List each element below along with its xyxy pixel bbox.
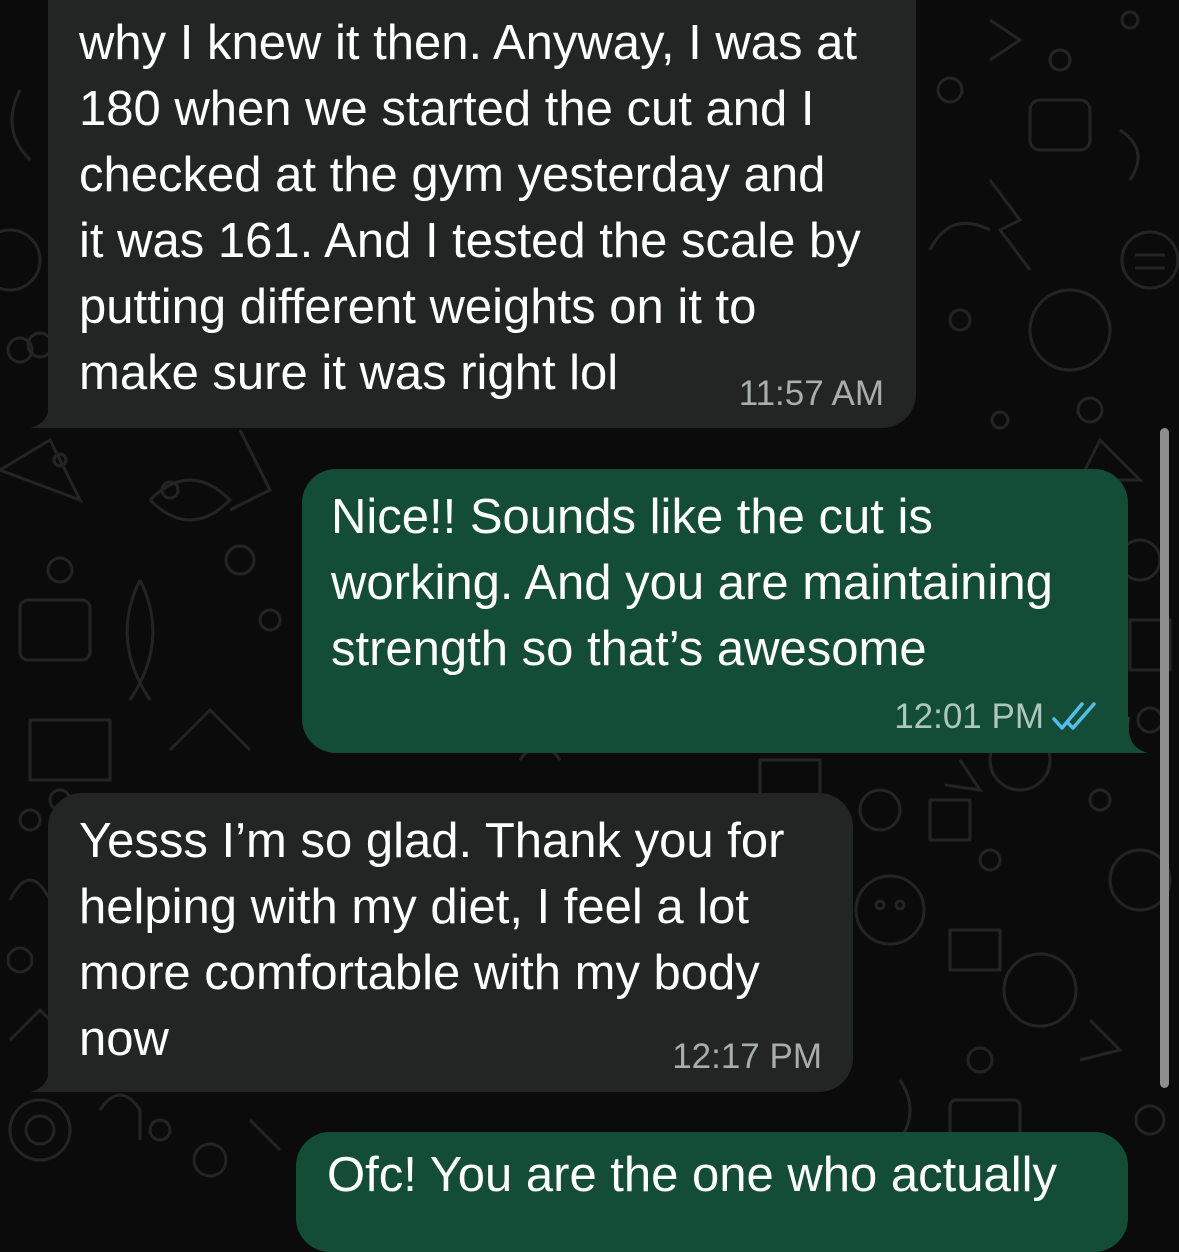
message-timestamp: 11:57 AM xyxy=(738,374,884,413)
message-bubble-incoming[interactable]: Yesss I’m so glad. Thank you for helping… xyxy=(48,793,853,1092)
message-bubble-outgoing[interactable]: Nice!! Sounds like the cut is working. A… xyxy=(302,469,1128,753)
bubble-tail-incoming xyxy=(30,1056,70,1092)
message-bubble-incoming[interactable]: why I knew it then. Anyway, I was at 180… xyxy=(48,0,916,428)
message-timestamp: 12:01 PM xyxy=(894,697,1044,736)
message-text: Nice!! Sounds like the cut is working. A… xyxy=(331,490,1053,676)
bubble-tail-outgoing xyxy=(1108,717,1148,753)
double-check-read-icon xyxy=(1052,702,1096,730)
message-text: Ofc! You are the one who actually xyxy=(327,1148,1058,1202)
message-text: Yesss I’m so glad. Thank you for helping… xyxy=(79,814,785,1066)
message-timestamp: 12:17 PM xyxy=(672,1037,822,1076)
chat-scrollbar[interactable] xyxy=(1160,428,1169,1088)
message-bubble-outgoing[interactable]: Ofc! You are the one who actually xyxy=(296,1132,1128,1252)
bubble-tail-incoming xyxy=(30,392,70,428)
message-text: why I knew it then. Anyway, I was at 180… xyxy=(79,16,861,400)
